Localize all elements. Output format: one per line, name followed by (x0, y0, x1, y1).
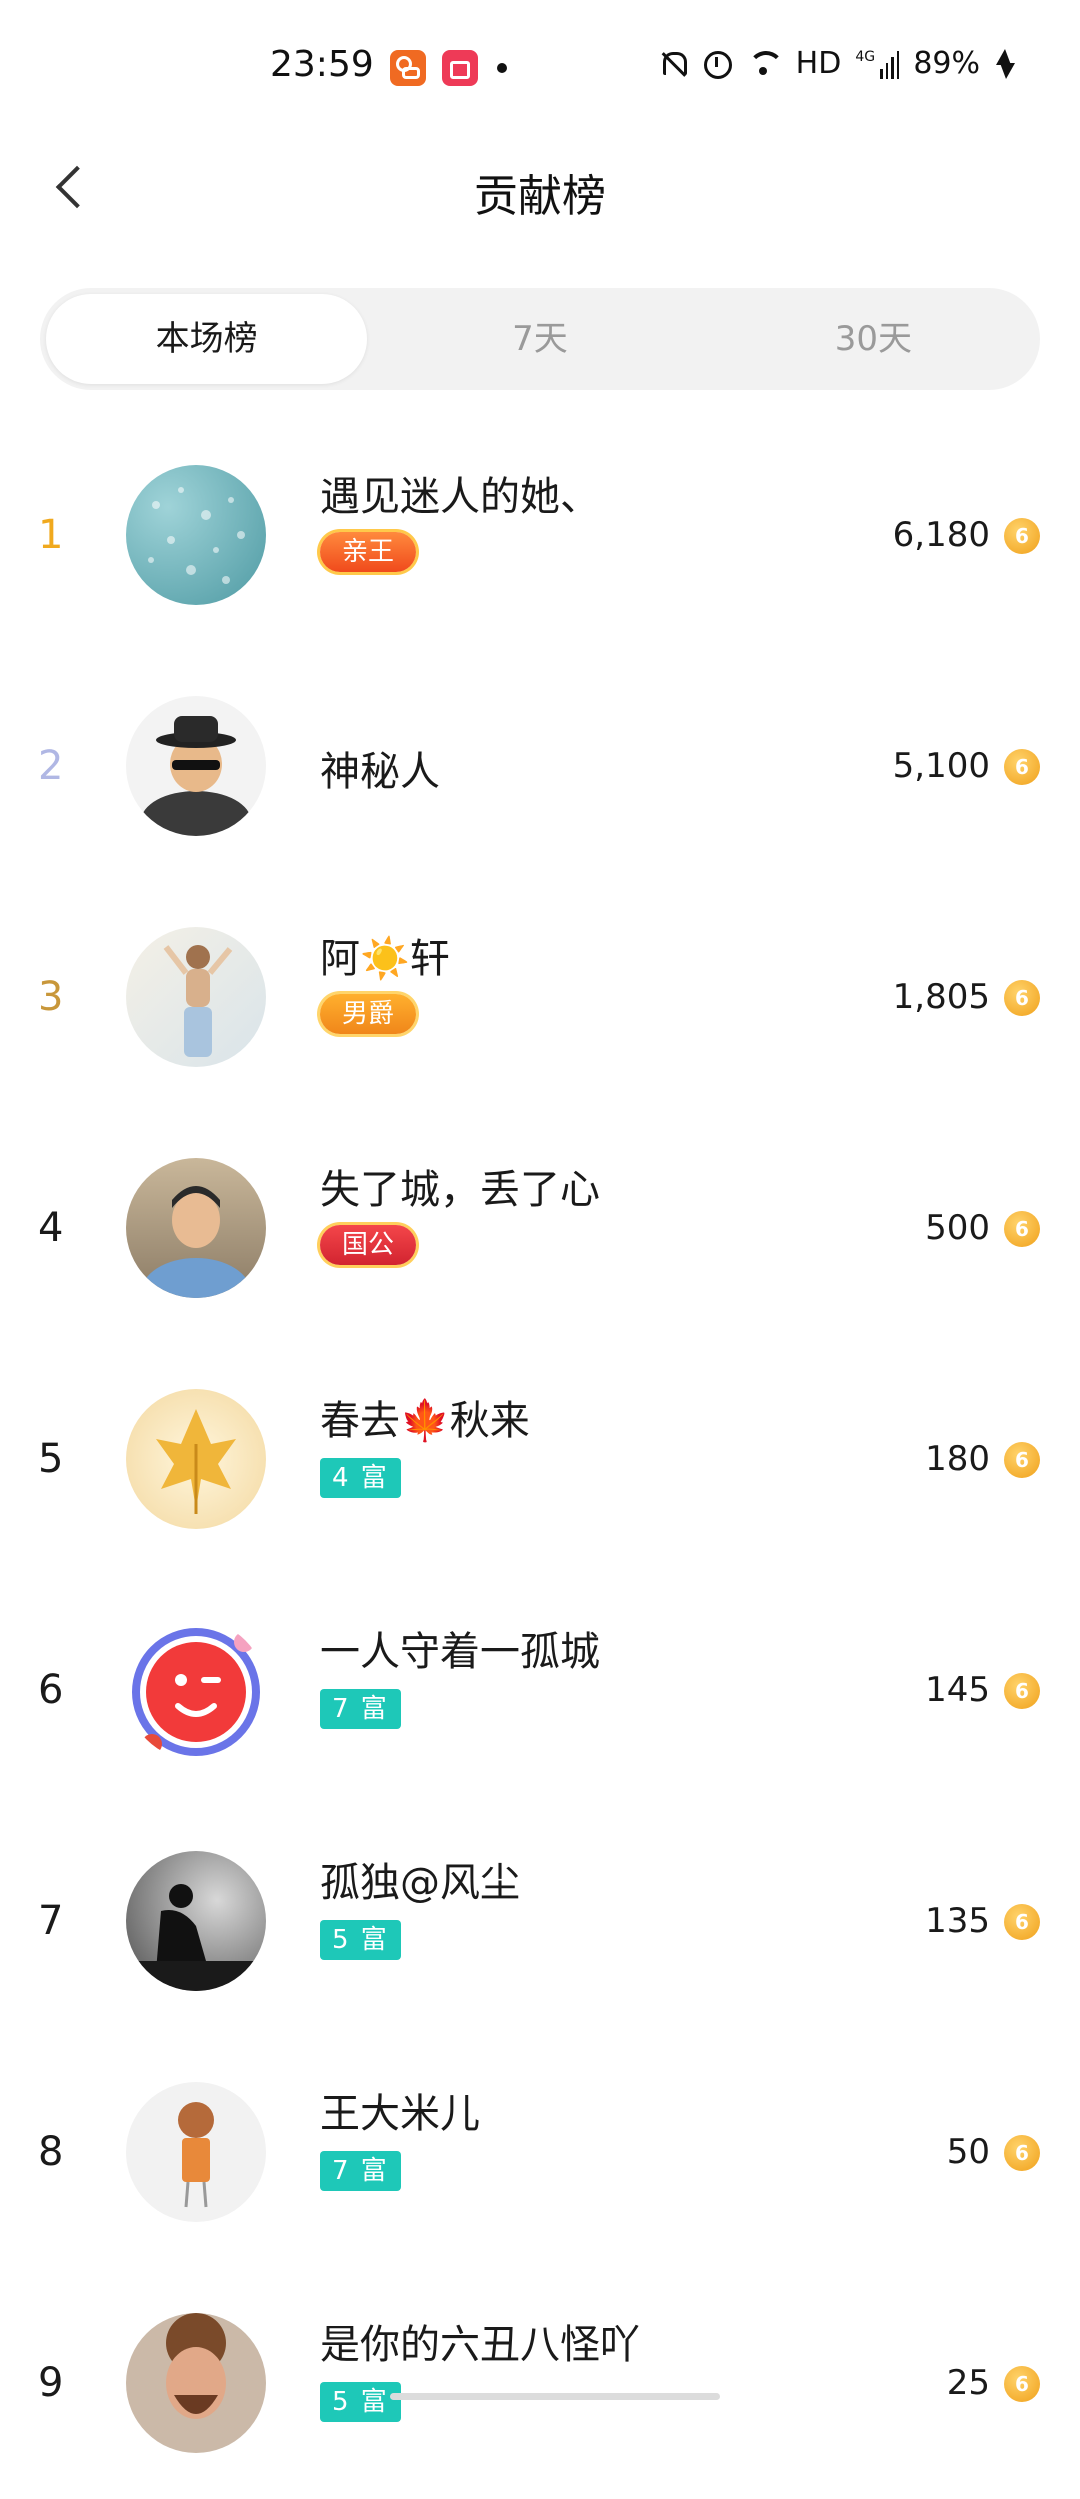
rich-level-badge: 5 富 (320, 2382, 401, 2422)
contribution-score: 25 (946, 2363, 990, 2403)
network-hd-label: HD (795, 46, 842, 81)
user-name: 失了城，丢了心 (320, 1167, 600, 1213)
coin-icon: 6 (1004, 1673, 1040, 1709)
avatar[interactable] (126, 1851, 266, 1991)
list-item[interactable]: 1 遇见迷人的她、 亲王 6,180 6 (0, 420, 1080, 651)
contribution-score: 180 (925, 1439, 990, 1479)
network-gen-label: 4G (855, 48, 876, 65)
bell-muted-icon (658, 49, 688, 79)
noble-badge: 亲王 (320, 532, 417, 572)
avatar[interactable] (126, 465, 266, 605)
coin-icon: 6 (1004, 518, 1040, 554)
contribution-score: 50 (946, 2132, 990, 2172)
wifi-icon (746, 49, 784, 79)
ranking-list: 1 遇见迷人的她、 亲王 6,180 6 2 神秘人 5,100 6 3 阿☀️… (0, 420, 1080, 2499)
avatar[interactable] (126, 1389, 266, 1529)
rich-level-badge: 7 富 (320, 1689, 401, 1729)
coin-icon: 6 (1004, 2135, 1040, 2171)
avatar[interactable] (126, 1158, 266, 1298)
status-icons: HD 4G 89% (658, 46, 1015, 81)
alarm-icon (702, 49, 732, 79)
status-time: 23:59 (270, 44, 374, 85)
tab-this-session[interactable]: 本场榜 (46, 294, 368, 384)
user-name: 是你的六丑八怪吖 (320, 2322, 640, 2368)
user-name: 一人守着一孤城 (320, 1629, 600, 1675)
header: 贡献榜 (0, 132, 1080, 242)
user-name: 孤独@风尘 (320, 1860, 520, 1906)
home-indicator[interactable] (390, 2393, 720, 2400)
list-item[interactable]: 9 是你的六丑八怪吖 5 富 25 6 (0, 2268, 1080, 2499)
rank-number: 7 (38, 1898, 64, 1944)
rank-number: 3 (38, 974, 64, 1020)
tab-7-days[interactable]: 7天 (379, 294, 700, 384)
coin-icon: 6 (1004, 1442, 1040, 1478)
list-item[interactable]: 8 王大米儿 7 富 50 6 (0, 2037, 1080, 2268)
list-item[interactable]: 5 春去🍁秋来 4 富 180 6 (0, 1344, 1080, 1575)
coin-icon: 6 (1004, 749, 1040, 785)
contribution-score: 1,805 (892, 977, 990, 1017)
coin-icon: 6 (1004, 2366, 1040, 2402)
rank-number: 5 (38, 1436, 64, 1482)
rich-level-badge: 4 富 (320, 1458, 401, 1498)
tab-30-days[interactable]: 30天 (713, 294, 1034, 384)
list-item[interactable]: 6 一人守着一孤城 7 富 145 6 (0, 1575, 1080, 1806)
contribution-score: 135 (925, 1901, 990, 1941)
avatar[interactable] (126, 2082, 266, 2222)
user-name: 神秘人 (320, 749, 440, 795)
coin-icon: 6 (1004, 980, 1040, 1016)
rank-number: 8 (38, 2129, 64, 2175)
contribution-score: 500 (925, 1208, 990, 1248)
coin-icon: 6 (1004, 1904, 1040, 1940)
rich-level-badge: 5 富 (320, 1920, 401, 1960)
rank-number: 9 (38, 2360, 64, 2406)
rank-number: 6 (38, 1667, 64, 1713)
battery-percent: 89% (913, 46, 980, 81)
avatar[interactable] (126, 696, 266, 836)
user-name: 春去🍁秋来 (320, 1398, 530, 1444)
rank-number: 2 (38, 743, 64, 789)
cell-signal-icon: 4G (855, 48, 900, 79)
rank-number: 4 (38, 1205, 64, 1251)
user-name: 王大米儿 (320, 2091, 480, 2137)
list-item[interactable]: 7 孤独@风尘 5 富 135 6 (0, 1806, 1080, 2037)
page-title: 贡献榜 (474, 171, 606, 222)
contribution-score: 6,180 (892, 515, 990, 555)
contribution-score: 5,100 (892, 746, 990, 786)
noble-badge: 男爵 (320, 994, 417, 1034)
avatar[interactable] (126, 1620, 266, 1760)
rank-number: 1 (38, 512, 64, 558)
charging-icon (994, 48, 1015, 79)
avatar[interactable] (126, 2313, 266, 2453)
list-item[interactable]: 3 阿☀️轩 男爵 1,805 6 (0, 882, 1080, 1113)
kuaishou-app-icon (390, 50, 426, 86)
list-item[interactable]: 4 失了城，丢了心 国公 500 6 (0, 1113, 1080, 1344)
avatar[interactable] (126, 927, 266, 1067)
screen-record-icon (442, 50, 478, 86)
notification-dot-icon (497, 63, 507, 73)
status-bar: 23:59 HD 4G 89% (0, 0, 1080, 132)
rich-level-badge: 7 富 (320, 2151, 401, 2191)
list-item[interactable]: 2 神秘人 5,100 6 (0, 651, 1080, 882)
coin-icon: 6 (1004, 1211, 1040, 1247)
user-name: 阿☀️轩 (320, 936, 450, 982)
contribution-score: 145 (925, 1670, 990, 1710)
noble-badge: 国公 (320, 1225, 417, 1265)
user-name: 遇见迷人的她、 (320, 474, 600, 520)
period-tabs: 本场榜 7天 30天 (40, 288, 1040, 390)
